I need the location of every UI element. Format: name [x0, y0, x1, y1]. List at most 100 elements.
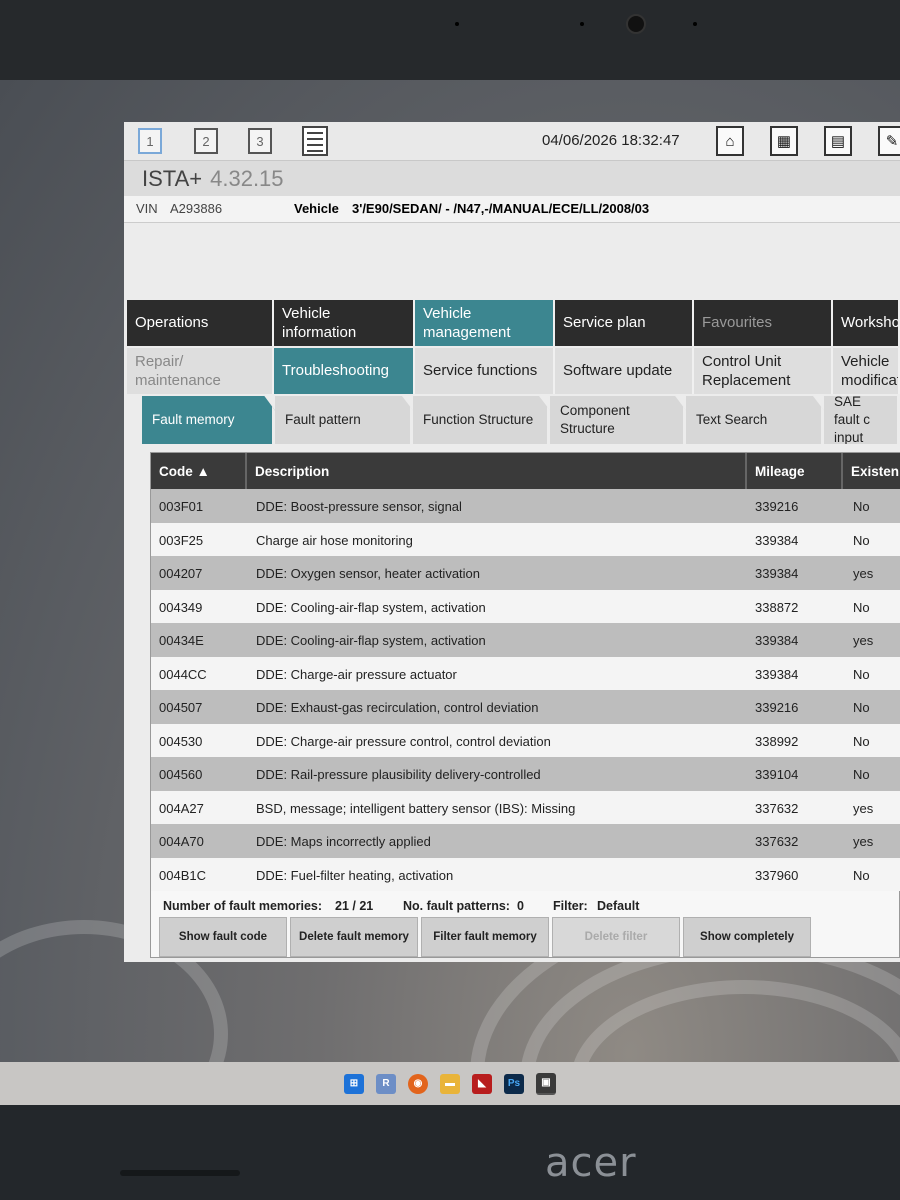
sub-navigation: Repair/ maintenance Troubleshooting Serv… — [127, 348, 900, 394]
fault-existing: No — [853, 733, 870, 749]
table-row[interactable]: 004530 DDE: Charge-air pressure control,… — [151, 723, 900, 757]
fault-description: BSD, message; intelligent battery sensor… — [256, 800, 576, 816]
fault-code: 004507 — [159, 700, 203, 715]
show-completely-button[interactable]: Show completely — [683, 917, 811, 957]
tab-text-search[interactable]: Text Search — [686, 396, 824, 444]
app-version: 4.32.15 — [210, 166, 284, 191]
fault-description: DDE: Cooling-air-flap system, activation — [256, 599, 486, 615]
fault-code: 003F25 — [159, 532, 204, 548]
bezel-dot — [693, 22, 697, 26]
app-title-bar: ISTA+ 4.32.15 — [124, 160, 900, 197]
fault-memory-table: Code ▲ Description Mileage Existen 003F0… — [150, 452, 900, 958]
r-app-icon[interactable]: R — [376, 1073, 396, 1094]
ista-application-window: 1 2 3 04/06/2026 18:32:47 ⌂ ▦ ▤ ✎ ISTA+ 4… — [124, 122, 900, 962]
fault-code: 004207 — [159, 566, 203, 581]
webcam-icon — [626, 14, 646, 34]
fault-code: 004A70 — [159, 834, 204, 849]
tab-fault-pattern[interactable]: Fault pattern — [275, 396, 413, 444]
fault-description: DDE: Fuel-filter heating, activation — [256, 867, 454, 883]
column-header-code[interactable]: Code ▲ — [151, 453, 247, 489]
nav-service-plan[interactable]: Service plan — [555, 300, 694, 346]
nav-operations[interactable]: Operations — [127, 300, 274, 346]
subnav-control-unit-replacement[interactable]: Control Unit Replacement — [694, 348, 833, 394]
session-button-2[interactable]: 2 — [194, 128, 218, 154]
vehicle-diagnosis-icon[interactable]: ▦ — [770, 126, 798, 156]
table-row[interactable]: 004A70 DDE: Maps incorrectly applied 337… — [151, 824, 900, 858]
tab-fault-memory[interactable]: Fault memory — [142, 396, 275, 444]
wrench-icon[interactable]: ✎ — [878, 126, 900, 156]
table-row[interactable]: 004207 DDE: Oxygen sensor, heater activa… — [151, 556, 900, 590]
nav-favourites[interactable]: Favourites — [694, 300, 833, 346]
fault-mileage: 339384 — [755, 566, 799, 581]
column-header-existing[interactable]: Existen — [843, 453, 900, 489]
vin-label: VIN — [136, 201, 158, 216]
amd-icon[interactable]: ◣ — [472, 1073, 492, 1094]
nav-workshop-operating[interactable]: Workshop Operating — [833, 300, 900, 346]
table-row[interactable]: 003F25 Charge air hose monitoring 339384… — [151, 522, 900, 556]
fault-existing: No — [853, 700, 870, 715]
subnav-vehicle-modification[interactable]: Vehicle modificat — [833, 348, 900, 394]
fault-code: 004530 — [159, 733, 203, 749]
fault-count-value: 21 / 21 — [335, 899, 374, 913]
filter-fault-memory-button[interactable]: Filter fault memory — [421, 917, 549, 957]
session-button-3[interactable]: 3 — [248, 128, 272, 154]
fault-count-label: Number of fault memories: — [163, 899, 323, 913]
acer-logo: acer — [545, 1140, 637, 1186]
table-row[interactable]: 003F01 DDE: Boost-pressure sensor, signa… — [151, 489, 900, 523]
table-row[interactable]: 004A27 BSD, message; intelligent battery… — [151, 790, 900, 824]
show-fault-code-button[interactable]: Show fault code — [159, 917, 287, 957]
fault-existing: No — [853, 867, 870, 883]
fault-description: DDE: Exhaust-gas recirculation, control … — [256, 700, 539, 715]
delete-fault-memory-button[interactable]: Delete fault memory — [290, 917, 418, 957]
table-row[interactable]: 004507 DDE: Exhaust-gas recirculation, c… — [151, 690, 900, 724]
print-icon[interactable]: ▤ — [824, 126, 852, 156]
subnav-software-update[interactable]: Software update — [555, 348, 694, 394]
fault-mileage: 337960 — [755, 867, 799, 883]
table-row[interactable]: 0044CC DDE: Charge-air pressure actuator… — [151, 656, 900, 690]
file-explorer-icon[interactable]: ▬ — [440, 1073, 460, 1094]
photoshop-icon[interactable]: Ps — [504, 1073, 524, 1094]
fault-code: 0044CC — [159, 666, 207, 682]
table-row[interactable]: 00434E DDE: Cooling-air-flap system, act… — [151, 623, 900, 657]
session-button-1[interactable]: 1 — [138, 128, 162, 154]
ista-app-icon[interactable]: ▣ — [536, 1072, 556, 1095]
fault-mileage: 337632 — [755, 834, 799, 849]
bezel-dot — [580, 22, 584, 26]
tab-function-structure[interactable]: Function Structure — [413, 396, 550, 444]
nav-vehicle-management[interactable]: Vehicle management — [415, 300, 555, 346]
fault-existing: No — [853, 767, 870, 782]
nav-vehicle-information[interactable]: Vehicle information — [274, 300, 415, 346]
table-row[interactable]: 004B1C DDE: Fuel-filter heating, activat… — [151, 857, 900, 891]
list-icon[interactable] — [302, 126, 328, 156]
delete-filter-button[interactable]: Delete filter — [552, 917, 680, 957]
fault-mileage: 339104 — [755, 767, 799, 782]
fault-description: DDE: Cooling-air-flap system, activation — [256, 633, 486, 648]
subnav-troubleshooting[interactable]: Troubleshooting — [274, 348, 415, 394]
fault-code: 004349 — [159, 599, 203, 615]
table-row[interactable]: 004349 DDE: Cooling-air-flap system, act… — [151, 589, 900, 623]
tab-component-structure[interactable]: Component Structure — [550, 396, 686, 444]
home-icon[interactable]: ⌂ — [716, 126, 744, 156]
column-header-mileage[interactable]: Mileage — [747, 453, 843, 489]
table-row[interactable]: 004560 DDE: Rail-pressure plausibility d… — [151, 757, 900, 791]
fault-existing: yes — [853, 566, 874, 581]
fault-existing: No — [853, 599, 870, 615]
firefox-icon[interactable]: ◉ — [408, 1073, 428, 1094]
fault-existing: yes — [853, 834, 874, 849]
action-buttons: Show fault code Delete fault memory Filt… — [159, 917, 814, 957]
windows-start-icon[interactable]: ⊞ — [344, 1073, 364, 1094]
filter-label: Filter: — [553, 899, 588, 913]
tab-sae-fault-code-input[interactable]: SAE fault c input — [824, 396, 900, 444]
fault-description: Charge air hose monitoring — [256, 532, 413, 548]
fault-mileage: 339384 — [755, 532, 799, 548]
column-header-description[interactable]: Description — [247, 453, 747, 489]
datetime-display: 04/06/2026 18:32:47 — [542, 132, 680, 149]
fault-mileage: 337632 — [755, 800, 799, 816]
subnav-repair-maintenance[interactable]: Repair/ maintenance — [127, 348, 274, 394]
fault-mileage: 339216 — [755, 700, 799, 715]
main-navigation: Operations Vehicle information Vehicle m… — [127, 300, 900, 346]
vehicle-info-bar: VIN A293886 Vehicle 3'/E90/SEDAN/ - /N47… — [124, 196, 900, 223]
fault-description: DDE: Boost-pressure sensor, signal — [256, 499, 462, 514]
fault-mileage: 339216 — [755, 499, 799, 514]
subnav-service-functions[interactable]: Service functions — [415, 348, 555, 394]
